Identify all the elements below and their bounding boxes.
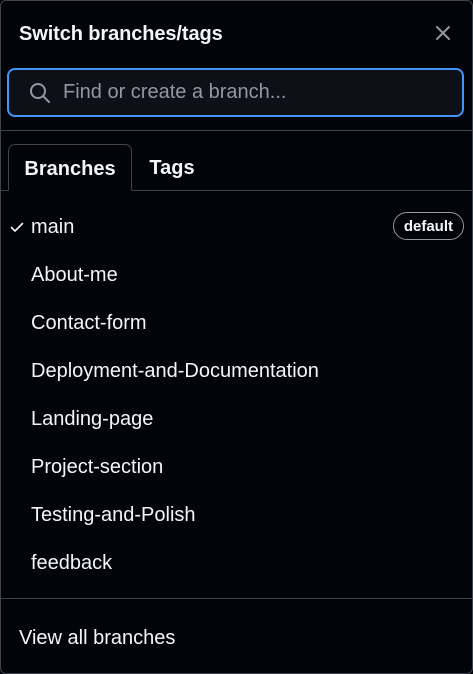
checkmark-icon bbox=[10, 220, 24, 234]
branch-switcher-panel: Switch branches/tags Branches Tags bbox=[0, 0, 473, 674]
branch-list: main default About-me Contact-form Deplo… bbox=[1, 204, 472, 588]
search-field[interactable] bbox=[7, 68, 464, 117]
branch-name: About-me bbox=[31, 264, 118, 286]
branch-name: Project-section bbox=[31, 456, 164, 478]
tab-bar: Branches Tags bbox=[1, 144, 472, 191]
tab-tags[interactable]: Tags bbox=[136, 144, 208, 190]
divider bbox=[1, 130, 472, 131]
branch-item-main[interactable]: main default bbox=[1, 204, 472, 252]
branch-item[interactable]: Landing-page bbox=[1, 396, 472, 444]
branch-name: Contact-form bbox=[31, 312, 147, 334]
branch-name: feedback bbox=[31, 552, 113, 574]
divider bbox=[1, 598, 472, 599]
tab-branches[interactable]: Branches bbox=[8, 144, 132, 191]
search-icon bbox=[29, 82, 51, 104]
branch-item[interactable]: Contact-form bbox=[1, 300, 472, 348]
panel-title: Switch branches/tags bbox=[19, 23, 223, 45]
default-badge: default bbox=[392, 212, 464, 240]
branch-name: Deployment-and-Documentation bbox=[31, 360, 319, 382]
branch-item[interactable]: Project-section bbox=[1, 444, 472, 492]
branch-name: Landing-page bbox=[31, 408, 154, 430]
branch-name: Testing-and-Polish bbox=[31, 504, 196, 526]
panel-header: Switch branches/tags bbox=[1, 1, 472, 67]
branch-name: main bbox=[31, 216, 75, 238]
branch-item[interactable]: Deployment-and-Documentation bbox=[1, 348, 472, 396]
branch-item[interactable]: About-me bbox=[1, 252, 472, 300]
branch-item[interactable]: Testing-and-Polish bbox=[1, 492, 472, 540]
close-icon[interactable] bbox=[434, 24, 452, 42]
branch-item[interactable]: feedback bbox=[1, 540, 472, 588]
view-all-branches-link[interactable]: View all branches bbox=[19, 627, 175, 650]
search-input[interactable] bbox=[63, 70, 453, 115]
